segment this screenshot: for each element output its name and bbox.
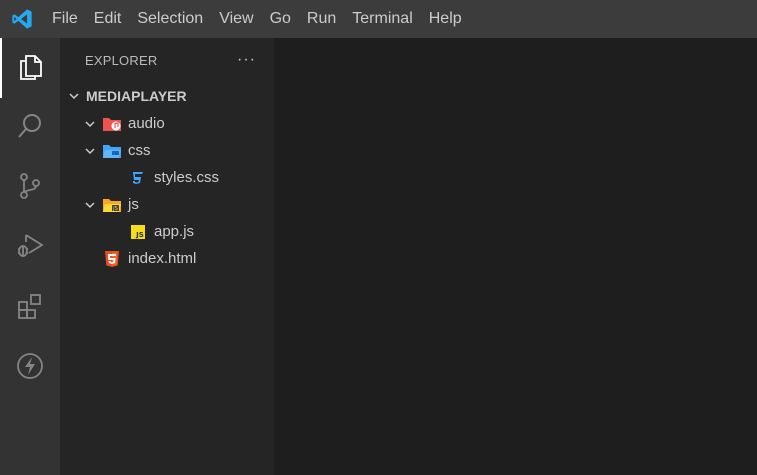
file-label-index: index.html: [128, 250, 197, 267]
svg-text:JS: JS: [112, 206, 118, 212]
css-file-icon: [128, 169, 148, 187]
js-folder-icon: JS: [102, 196, 122, 214]
activity-extensions[interactable]: [0, 278, 60, 338]
menu-help[interactable]: Help: [421, 0, 470, 38]
lightning-icon: [15, 351, 45, 386]
search-icon: [15, 111, 45, 146]
chevron-down-icon: [82, 116, 98, 132]
explorer-title: EXPLORER: [85, 52, 158, 68]
chevron-down-icon: [82, 197, 98, 213]
css-folder-icon: [102, 142, 122, 160]
activity-bar: [0, 38, 60, 475]
folder-label-css: css: [128, 142, 151, 159]
project-root[interactable]: MEDIAPLAYER: [60, 82, 274, 109]
folder-audio[interactable]: audio: [60, 110, 274, 137]
explorer-sidebar: EXPLORER ··· MEDIAPLAYER audio css style…: [60, 38, 274, 475]
activity-source-control[interactable]: [0, 158, 60, 218]
folder-label-js: js: [128, 196, 139, 213]
more-actions-icon[interactable]: ···: [237, 51, 256, 69]
activity-run-debug[interactable]: [0, 218, 60, 278]
vscode-logo-icon: [0, 0, 44, 38]
source-control-icon: [15, 171, 45, 206]
menu-selection[interactable]: Selection: [129, 0, 211, 38]
editor-area[interactable]: [274, 38, 757, 475]
file-label-styles: styles.css: [154, 169, 220, 186]
file-index-html[interactable]: index.html: [60, 245, 274, 272]
folder-js[interactable]: JS js: [60, 191, 274, 218]
file-label-app: app.js: [154, 223, 195, 240]
activity-explorer[interactable]: [0, 38, 60, 98]
menu-edit[interactable]: Edit: [86, 0, 130, 38]
menu-run[interactable]: Run: [299, 0, 344, 38]
run-debug-icon: [15, 231, 45, 266]
svg-text:JS: JS: [135, 231, 144, 239]
file-styles-css[interactable]: styles.css: [60, 164, 274, 191]
js-file-icon: JS: [128, 223, 148, 241]
activity-lightning[interactable]: [0, 338, 60, 398]
folder-label-audio: audio: [128, 115, 165, 132]
project-name: MEDIAPLAYER: [86, 87, 187, 104]
title-bar: File Edit Selection View Go Run Terminal…: [0, 0, 757, 38]
menu-file[interactable]: File: [44, 0, 86, 38]
menu-view[interactable]: View: [211, 0, 261, 38]
chevron-down-icon: [66, 88, 82, 104]
activity-search[interactable]: [0, 98, 60, 158]
html-file-icon: [102, 250, 122, 268]
files-icon: [16, 51, 46, 86]
explorer-header: EXPLORER ···: [60, 38, 274, 82]
audio-folder-icon: [102, 115, 122, 133]
menu-terminal[interactable]: Terminal: [344, 0, 420, 38]
chevron-down-icon: [82, 143, 98, 159]
folder-css[interactable]: css: [60, 137, 274, 164]
file-app-js[interactable]: JS app.js: [60, 218, 274, 245]
extensions-icon: [15, 291, 45, 326]
menu-go[interactable]: Go: [262, 0, 299, 38]
